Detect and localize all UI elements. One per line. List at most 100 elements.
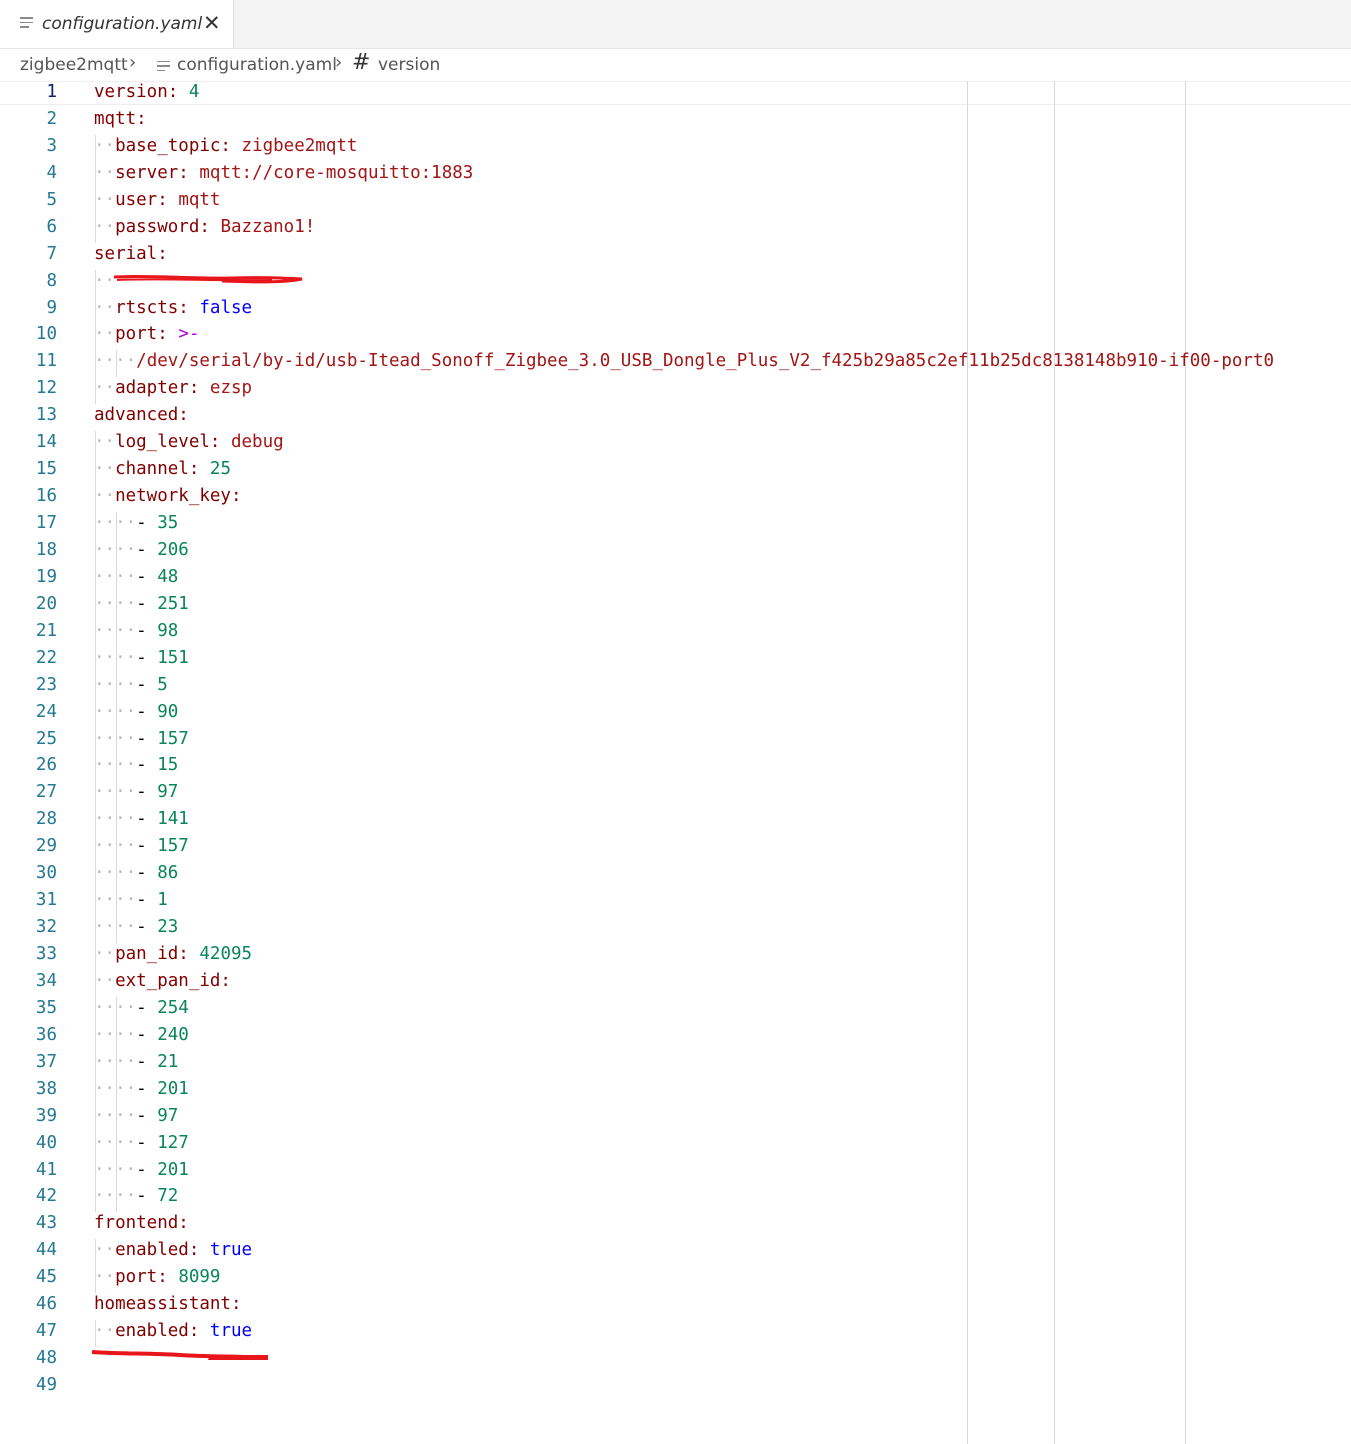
whitespace-dots: ·· <box>94 432 116 453</box>
code-token: enabled: <box>115 1321 200 1342</box>
code-token: false <box>199 297 253 318</box>
code-token: 201 <box>157 1159 189 1180</box>
line-content: ····- 5 <box>94 674 168 696</box>
line-content: ····- 97 <box>94 1105 178 1127</box>
line-content: ····- 90 <box>94 701 178 723</box>
tab-configuration-yaml[interactable]: configuration.yaml ✕ <box>0 0 234 48</box>
line-number: 49 <box>35 1375 57 1395</box>
line-content: ····- 72 <box>94 1185 178 1207</box>
code-token: 21 <box>157 1051 179 1072</box>
code-token: - <box>136 1051 158 1072</box>
code-token: ext_pan_id: <box>115 970 231 991</box>
line-number: 29 <box>35 836 57 857</box>
line-content: ····- 157 <box>94 835 189 857</box>
line-number: 26 <box>35 755 57 776</box>
breadcrumb-file[interactable]: configuration.yaml <box>177 55 337 75</box>
file-lines-icon <box>157 61 170 73</box>
whitespace-dots: ···· <box>94 755 137 776</box>
line-content: mqtt: <box>94 108 147 130</box>
code-token: - <box>136 809 158 830</box>
line-number: 23 <box>35 674 57 695</box>
whitespace-dots: ···· <box>94 566 137 587</box>
code-token: 151 <box>157 647 189 668</box>
line-number: 9 <box>46 297 57 318</box>
line-number: 13 <box>35 405 57 426</box>
line-content: ··port: 8099 <box>94 1266 220 1288</box>
code-token: ezsp <box>209 378 253 399</box>
code-token: 35 <box>157 513 179 533</box>
code-token: adapter: <box>115 378 200 399</box>
code-token: /dev/serial/by-id/usb-Itead_Sonoff_Zigbe… <box>136 351 1275 372</box>
breadcrumb-symbol[interactable]: version <box>378 55 440 75</box>
code-token: - <box>136 674 158 695</box>
code-token: - <box>136 647 158 668</box>
code-token: - <box>136 539 158 560</box>
code-token: password: <box>115 216 210 237</box>
code-editor[interactable]: 1 version: 4 2 mqtt: 3 ··base_topic: zigbee2m… <box>0 81 1351 1444</box>
ruler <box>1185 81 1186 1444</box>
line-number: 11 <box>35 351 57 372</box>
whitespace-dots: ···· <box>94 1132 137 1153</box>
line-content: ··server: mqtt://core-mosquitto:1883 <box>94 162 473 184</box>
chevron-right-icon: › <box>335 52 343 73</box>
code-token: - <box>136 1186 158 1207</box>
whitespace-dots: ···· <box>94 917 137 938</box>
code-token: - <box>136 1159 158 1180</box>
line-number: 3 <box>46 135 57 156</box>
code-token: - <box>136 755 158 776</box>
line-number: 36 <box>35 1024 57 1045</box>
code-token: 127 <box>157 1132 189 1153</box>
code-token: - <box>136 782 158 803</box>
whitespace-dots: ···· <box>94 1186 137 1207</box>
whitespace-dots: ·· <box>94 216 116 237</box>
whitespace-dots: ·· <box>94 1321 116 1342</box>
close-icon[interactable]: ✕ <box>203 11 221 35</box>
ruler <box>1054 81 1055 1444</box>
whitespace-dots: ·· <box>94 324 116 345</box>
whitespace-dots: ···· <box>94 836 137 857</box>
code-token: 98 <box>157 620 179 641</box>
code-token: 1 <box>157 890 168 911</box>
code-token: - <box>136 1132 158 1153</box>
whitespace-dots: ···· <box>94 1159 137 1180</box>
line-content: ····- 97 <box>94 781 178 803</box>
line-content: ····- 21 <box>94 1051 178 1073</box>
whitespace-dots: ···· <box>94 620 137 641</box>
code-token: - <box>136 701 158 722</box>
whitespace-dots: ···· <box>94 782 137 803</box>
line-content: ··base_topic: zigbee2mqtt <box>94 135 357 157</box>
whitespace-dots: ···· <box>94 728 137 749</box>
code-token: enabled: <box>115 1240 200 1261</box>
line-content: frontend: <box>94 1212 189 1234</box>
code-token: port: <box>115 324 168 345</box>
whitespace-dots: ···· <box>94 701 137 722</box>
line-number: 24 <box>35 701 57 722</box>
line-number: 8 <box>46 270 57 291</box>
line-number: 40 <box>35 1132 57 1153</box>
whitespace-dots: ···· <box>94 674 137 695</box>
line-content: ····- 240 <box>94 1024 189 1046</box>
code-token: - <box>136 566 158 587</box>
line-number: 27 <box>35 782 57 803</box>
line-number: 15 <box>35 459 57 480</box>
code-token: user: <box>115 189 168 210</box>
line-number: 31 <box>35 890 57 911</box>
line-content: ····- 48 <box>94 566 178 588</box>
code-token: rtscts: <box>115 297 189 318</box>
line-number: 37 <box>35 1051 57 1072</box>
line-number: 35 <box>35 997 57 1018</box>
code-token: true <box>209 1240 253 1261</box>
breadcrumb-folder[interactable]: zigbee2mqtt <box>20 55 128 75</box>
symbol-number-icon: # <box>352 50 371 75</box>
line-number: 17 <box>35 513 57 533</box>
line-content: version: 4 <box>94 81 199 103</box>
line-number: 32 <box>35 917 57 938</box>
line-content: ····- 127 <box>94 1132 189 1154</box>
code-token: zigbee2mqtt <box>241 135 358 156</box>
